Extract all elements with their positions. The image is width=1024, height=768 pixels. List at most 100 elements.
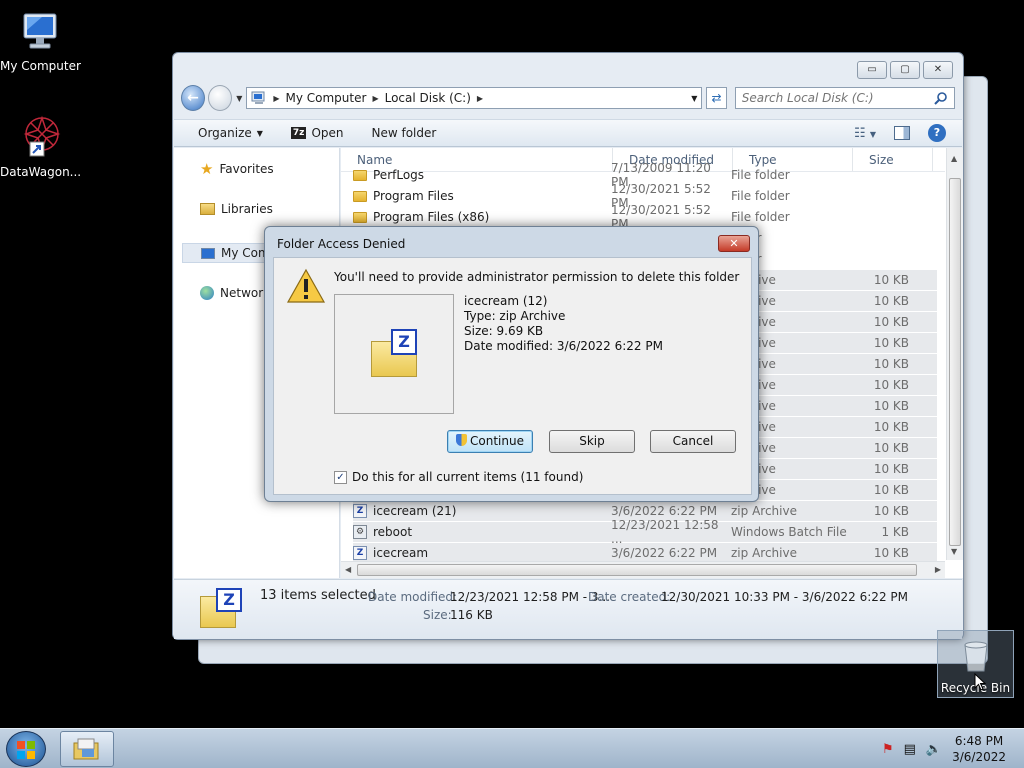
file-size: 10 KB bbox=[873, 315, 909, 329]
computer-icon bbox=[23, 13, 57, 49]
date-created-value: 12/30/2021 10:33 PM - 3/6/2022 6:22 PM bbox=[661, 590, 908, 604]
file-type: Type: zip Archive bbox=[464, 309, 566, 323]
taskbar-explorer-button[interactable] bbox=[60, 731, 114, 767]
scroll-down-icon[interactable]: ▼ bbox=[951, 547, 957, 556]
nav-item-network[interactable]: Network bbox=[200, 286, 270, 300]
table-row[interactable]: Program Files (x86) 12/30/2021 5:52 PM Fil… bbox=[353, 203, 937, 231]
folder-icon bbox=[353, 190, 367, 202]
clock-time: 6:48 PM bbox=[954, 734, 1004, 748]
file-size: 10 KB bbox=[873, 273, 909, 287]
volume-icon[interactable]: 🔈 bbox=[926, 742, 942, 757]
nav-item-label: Favorites bbox=[219, 162, 274, 176]
network-status-icon[interactable]: ▤ bbox=[904, 742, 916, 757]
dialog-body: You'll need to provide administrator per… bbox=[273, 257, 752, 495]
action-center-icon[interactable]: ⚑ bbox=[882, 742, 894, 757]
refresh-button[interactable]: ⇄ bbox=[706, 87, 727, 109]
checkbox-label: Do this for all current items (11 found) bbox=[352, 470, 584, 484]
apply-to-all-checkbox[interactable]: ✓ Do this for all current items (11 foun… bbox=[334, 470, 583, 484]
breadcrumb-local-disk[interactable]: Local Disk (C:) bbox=[385, 91, 471, 105]
file-name: icecream (12) bbox=[464, 294, 548, 308]
file-size: 10 KB bbox=[873, 483, 909, 497]
file-size: 10 KB bbox=[873, 294, 909, 308]
close-button[interactable]: ✕ bbox=[923, 61, 953, 79]
search-box[interactable] bbox=[734, 87, 955, 109]
file-info: icecream (12) Type: zip Archive Size: 9.… bbox=[464, 294, 663, 354]
clock[interactable]: 6:48 PM 3/6/2022 bbox=[952, 733, 1006, 765]
file-modified: Date modified: 3/6/2022 6:22 PM bbox=[464, 339, 663, 353]
folder-icon bbox=[353, 211, 367, 223]
new-folder-label: New folder bbox=[371, 126, 437, 140]
nav-item-favorites[interactable]: ★ Favorites bbox=[200, 160, 274, 178]
7zip-icon: 7z bbox=[290, 127, 307, 139]
search-icon[interactable] bbox=[934, 91, 948, 105]
desktop-icon-label: DataWagon... bbox=[0, 165, 82, 179]
details-pane: Z 13 items selected Date modified: 12/23… bbox=[174, 579, 962, 639]
open-label: Open bbox=[311, 126, 344, 140]
preview-pane-icon[interactable] bbox=[894, 126, 910, 140]
address-bar[interactable]: ▶ My Computer ▶ Local Disk (C:) ▶ ▼ bbox=[246, 87, 703, 109]
file-name: Program Files bbox=[373, 189, 454, 203]
vertical-scrollbar[interactable]: ▲ ▼ bbox=[946, 148, 963, 560]
skip-button[interactable]: Skip bbox=[549, 430, 635, 453]
file-size: 10 KB bbox=[873, 546, 909, 560]
breadcrumb-separator-icon[interactable]: ▶ bbox=[477, 94, 483, 103]
view-options-icon[interactable]: ☷ ▼ bbox=[854, 126, 876, 141]
scroll-right-icon[interactable]: ▶ bbox=[935, 565, 941, 574]
table-row[interactable]: ⚙ reboot 12/23/2021 12:58 ... Windows Batch… bbox=[353, 518, 937, 546]
file-date: 12/23/2021 12:58 ... bbox=[611, 518, 719, 546]
file-name: PerfLogs bbox=[373, 168, 425, 182]
batch-file-icon: ⚙ bbox=[353, 525, 367, 539]
desktop-icon-my-computer[interactable]: My Computer bbox=[0, 10, 81, 73]
date-modified-value: 12/23/2021 12:58 PM - 3... bbox=[450, 590, 611, 604]
taskbar: ⚑ ▤ 🔈 6:48 PM 3/6/2022 bbox=[0, 728, 1024, 768]
file-type: zip Archive bbox=[731, 504, 797, 518]
help-icon[interactable]: ? bbox=[928, 124, 946, 142]
table-row[interactable]: Zicecream 3/6/2022 6:22 PM zip Archive 10 K… bbox=[353, 543, 937, 563]
clock-date: 3/6/2022 bbox=[952, 750, 1006, 764]
star-icon: ★ bbox=[200, 160, 214, 178]
scroll-left-icon[interactable]: ◀ bbox=[345, 565, 351, 574]
scroll-thumb[interactable] bbox=[949, 178, 961, 546]
command-bar: Organize ▼ 7z Open New folder ☷ ▼ ? bbox=[174, 119, 962, 147]
dialog-message: You'll need to provide administrator per… bbox=[334, 270, 740, 284]
file-size: 10 KB bbox=[873, 441, 909, 455]
file-name: reboot bbox=[373, 525, 413, 539]
desktop-icon-datawagon[interactable]: DataWagon... bbox=[0, 112, 82, 179]
horizontal-scrollbar[interactable]: ◀ ▶ bbox=[341, 561, 945, 578]
minimize-button[interactable]: ▭ bbox=[857, 61, 887, 79]
file-size: 10 KB bbox=[873, 336, 909, 350]
continue-button[interactable]: Continue bbox=[447, 430, 533, 453]
breadcrumb-my-computer[interactable]: My Computer bbox=[286, 91, 367, 105]
address-dropdown-icon[interactable]: ▼ bbox=[691, 94, 697, 103]
back-button[interactable]: ← bbox=[181, 85, 206, 111]
dialog-close-button[interactable]: ✕ bbox=[718, 235, 750, 252]
maximize-button[interactable]: ▢ bbox=[890, 61, 920, 79]
desktop-icon-label: My Computer bbox=[0, 59, 81, 73]
file-name: Program Files (x86) bbox=[373, 210, 490, 224]
organize-button[interactable]: Organize ▼ bbox=[198, 126, 263, 140]
search-input[interactable] bbox=[741, 91, 934, 105]
date-modified-label: Date modified: bbox=[368, 590, 458, 604]
breadcrumb-separator-icon[interactable]: ▶ bbox=[372, 94, 378, 103]
cancel-button[interactable]: Cancel bbox=[650, 430, 736, 453]
recent-pages-dropdown-icon[interactable]: ▼ bbox=[236, 94, 242, 103]
continue-label: Continue bbox=[470, 434, 524, 448]
windows-logo-icon bbox=[17, 741, 35, 759]
new-folder-button[interactable]: New folder bbox=[372, 126, 437, 140]
checkmark-icon[interactable]: ✓ bbox=[334, 470, 347, 484]
network-icon bbox=[200, 286, 214, 300]
desktop-icon-recycle-bin[interactable]: Recycle Bin bbox=[937, 630, 1014, 698]
warning-icon bbox=[286, 268, 326, 303]
forward-button[interactable] bbox=[208, 85, 233, 111]
nav-item-label: Network bbox=[220, 286, 271, 300]
start-button[interactable] bbox=[6, 731, 46, 767]
nav-item-libraries[interactable]: Libraries bbox=[200, 202, 273, 216]
scroll-thumb[interactable] bbox=[357, 564, 917, 576]
breadcrumb-separator-icon[interactable]: ▶ bbox=[273, 94, 279, 103]
recycle-bin-icon bbox=[963, 641, 988, 672]
scroll-up-icon[interactable]: ▲ bbox=[951, 154, 957, 163]
file-name-cell: Zicecream (21) bbox=[353, 504, 611, 518]
organize-label: Organize bbox=[198, 126, 252, 140]
open-button[interactable]: 7z Open bbox=[290, 126, 344, 140]
file-type: File folder bbox=[731, 210, 790, 224]
